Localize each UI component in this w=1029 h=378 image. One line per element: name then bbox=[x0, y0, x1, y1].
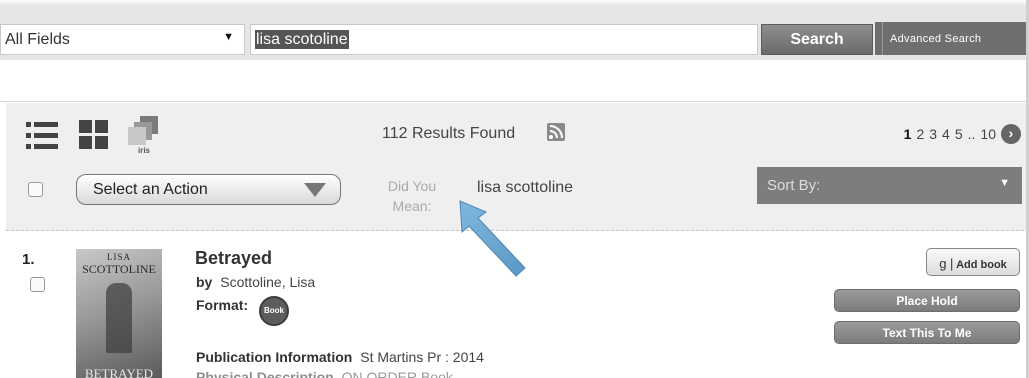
results-count: 112 Results Found bbox=[382, 125, 516, 142]
search-input-value: lisa scotoline bbox=[255, 30, 349, 49]
text-this-to-me-button[interactable]: Text This To Me bbox=[834, 321, 1020, 344]
did-you-mean-label: Did You Mean: bbox=[387, 178, 437, 214]
search-field-select[interactable]: All Fields ▼ bbox=[0, 24, 245, 55]
action-select-value: Select an Action bbox=[93, 181, 208, 198]
publication-info: Publication Information St Martins Pr : … bbox=[196, 349, 484, 365]
iris-view-icon[interactable]: iris bbox=[124, 116, 160, 158]
result-byline: by Scottoline, Lisa bbox=[196, 274, 315, 290]
result-checkbox[interactable] bbox=[30, 277, 45, 292]
physical-description: Physical Description ON ORDER Book bbox=[196, 369, 453, 378]
page-link[interactable]: 10 bbox=[980, 126, 996, 142]
page-link[interactable]: 2 bbox=[916, 126, 924, 142]
sort-select[interactable]: Sort By: ▼ bbox=[757, 167, 1022, 204]
result-number: 1. bbox=[22, 251, 35, 268]
search-input[interactable]: lisa scotoline bbox=[250, 24, 758, 55]
book-format-icon: Book bbox=[259, 296, 289, 326]
cover-title: BETRAYED bbox=[84, 366, 154, 378]
result-item: 1. LISA SCOTTOLINE BETRAYED Betrayed by … bbox=[6, 232, 1029, 378]
advanced-search-link[interactable]: Advanced Search bbox=[890, 33, 981, 45]
select-all-checkbox[interactable] bbox=[28, 182, 43, 197]
by-label: by bbox=[196, 274, 213, 290]
search-field-select-value: All Fields bbox=[5, 31, 70, 48]
rss-icon[interactable] bbox=[547, 123, 565, 141]
page-link[interactable]: 3 bbox=[929, 126, 937, 142]
dropdown-arrow-icon: ▼ bbox=[999, 177, 1010, 189]
cover-figure bbox=[106, 283, 132, 353]
action-select[interactable]: Select an Action bbox=[76, 174, 341, 205]
list-view-icon[interactable] bbox=[26, 121, 58, 151]
cover-author-first: LISA bbox=[107, 252, 131, 262]
add-book-label: Add book bbox=[956, 259, 1007, 271]
author-link[interactable]: Scottoline, Lisa bbox=[220, 274, 315, 290]
search-bar-shadow bbox=[0, 0, 1029, 6]
pagination: 1 2 3 4 5 .. 10 › bbox=[904, 124, 1021, 144]
grid-view-icon[interactable] bbox=[79, 120, 109, 150]
page-link[interactable]: 5 bbox=[955, 126, 963, 142]
physical-description-value: ON ORDER Book bbox=[341, 369, 453, 378]
dropdown-arrow-icon: ▼ bbox=[223, 31, 234, 43]
results-toolbar: iris 112 Results Found 1 2 3 4 5 .. 10 ›… bbox=[6, 103, 1029, 231]
advanced-search-divider bbox=[882, 22, 883, 55]
place-hold-button[interactable]: Place Hold bbox=[834, 289, 1020, 312]
book-cover-image[interactable]: LISA SCOTTOLINE BETRAYED bbox=[76, 249, 162, 378]
next-page-icon[interactable]: › bbox=[1001, 124, 1021, 144]
format-label: Format: bbox=[196, 297, 249, 313]
goodreads-icon: g | bbox=[939, 256, 954, 271]
publication-value: St Martins Pr : 2014 bbox=[360, 349, 484, 365]
physical-description-label: Physical Description bbox=[196, 369, 334, 378]
search-button[interactable]: Search bbox=[761, 24, 873, 55]
page-current[interactable]: 1 bbox=[904, 126, 912, 142]
did-you-mean-suggestion[interactable]: lisa scottoline bbox=[477, 179, 573, 197]
cover-author-last: SCOTTOLINE bbox=[82, 262, 156, 276]
sort-select-value: Sort By: bbox=[767, 177, 821, 194]
iris-stack-graphic bbox=[128, 116, 158, 145]
spacer-strip bbox=[0, 60, 1029, 102]
page-ellipsis: .. bbox=[967, 126, 976, 142]
iris-label: iris bbox=[138, 146, 151, 155]
result-title-link[interactable]: Betrayed bbox=[195, 248, 272, 269]
search-bar: All Fields ▼ lisa scotoline Search Advan… bbox=[0, 0, 1029, 60]
page-link[interactable]: 4 bbox=[942, 126, 950, 142]
add-book-button[interactable]: g | Add book bbox=[926, 248, 1020, 276]
publication-label: Publication Information bbox=[196, 349, 353, 365]
dropdown-arrow-icon bbox=[304, 183, 326, 197]
